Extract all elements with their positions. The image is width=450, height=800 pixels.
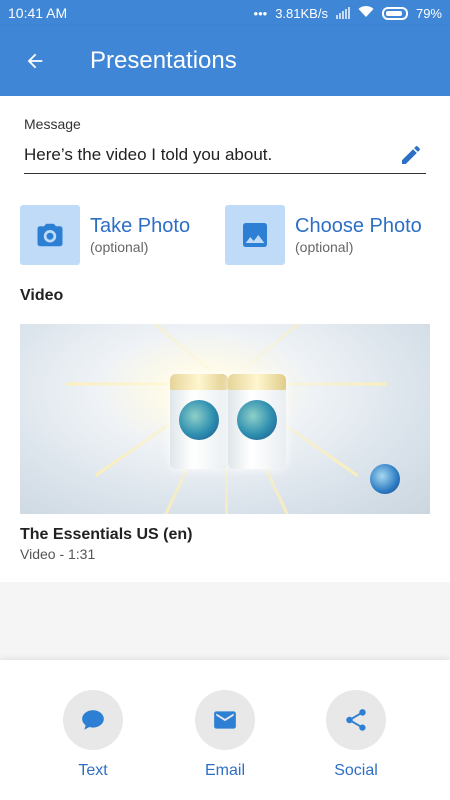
share-email-circle xyxy=(195,690,255,750)
share-text-circle xyxy=(63,690,123,750)
share-email-label: Email xyxy=(204,762,245,779)
product-bottle-right xyxy=(228,374,286,469)
edit-message-button[interactable] xyxy=(396,140,426,170)
status-bar: 10:41 AM ••• 3.81KB/s 79% xyxy=(0,0,450,26)
message-input[interactable]: Here’s the video I told you about. xyxy=(24,145,396,165)
image-icon xyxy=(243,223,267,247)
more-dots-icon: ••• xyxy=(253,5,268,21)
battery-icon xyxy=(381,6,408,20)
video-thumbnail[interactable] xyxy=(20,324,430,514)
message-label: Message xyxy=(24,116,81,132)
choose-photo-text: Choose Photo (optional) xyxy=(295,215,422,255)
choose-photo-tile-icon xyxy=(225,205,285,265)
chat-icon xyxy=(82,710,104,730)
mail-icon xyxy=(214,711,236,729)
share-social-button[interactable]: Social xyxy=(316,690,396,780)
content-area: Message Here’s the video I told you abou… xyxy=(0,96,450,582)
take-photo-subtitle: (optional) xyxy=(90,239,149,255)
share-icon xyxy=(346,709,366,731)
choose-photo-button[interactable]: Choose Photo (optional) xyxy=(225,205,422,265)
back-button[interactable] xyxy=(0,26,70,96)
take-photo-tile-icon xyxy=(20,205,80,265)
brand-logo xyxy=(370,464,400,494)
share-text-button[interactable]: Text xyxy=(53,690,133,780)
share-social-label: Social xyxy=(334,762,378,779)
page-title: Presentations xyxy=(90,47,237,74)
video-title: The Essentials US (en) xyxy=(20,526,193,543)
take-photo-text: Take Photo (optional) xyxy=(90,215,190,255)
take-photo-button[interactable]: Take Photo (optional) xyxy=(20,205,190,265)
network-speed: 3.81KB/s xyxy=(275,5,328,21)
share-text-label: Text xyxy=(78,762,108,779)
message-field[interactable]: Here’s the video I told you about. xyxy=(24,136,426,174)
camera-icon xyxy=(37,223,63,247)
share-bar: Text Email Social xyxy=(0,660,450,800)
status-right: ••• 3.81KB/s 79% xyxy=(254,5,442,21)
share-email-button[interactable]: Email xyxy=(185,690,265,780)
share-social-circle xyxy=(326,690,386,750)
status-time: 10:41 AM xyxy=(8,5,68,21)
pencil-icon xyxy=(402,145,421,164)
product-bottle-left xyxy=(170,374,228,469)
video-section-label: Video xyxy=(20,287,64,304)
video-meta: Video - 1:31 xyxy=(20,546,96,562)
signal-icon xyxy=(335,7,350,19)
take-photo-title: Take Photo xyxy=(90,215,191,237)
battery-level: 79% xyxy=(415,5,442,21)
choose-photo-subtitle: (optional) xyxy=(295,239,354,255)
app-bar: Presentations xyxy=(0,26,450,96)
choose-photo-title: Choose Photo xyxy=(295,215,422,237)
wifi-icon xyxy=(358,5,374,21)
arrow-back-icon xyxy=(27,53,43,69)
